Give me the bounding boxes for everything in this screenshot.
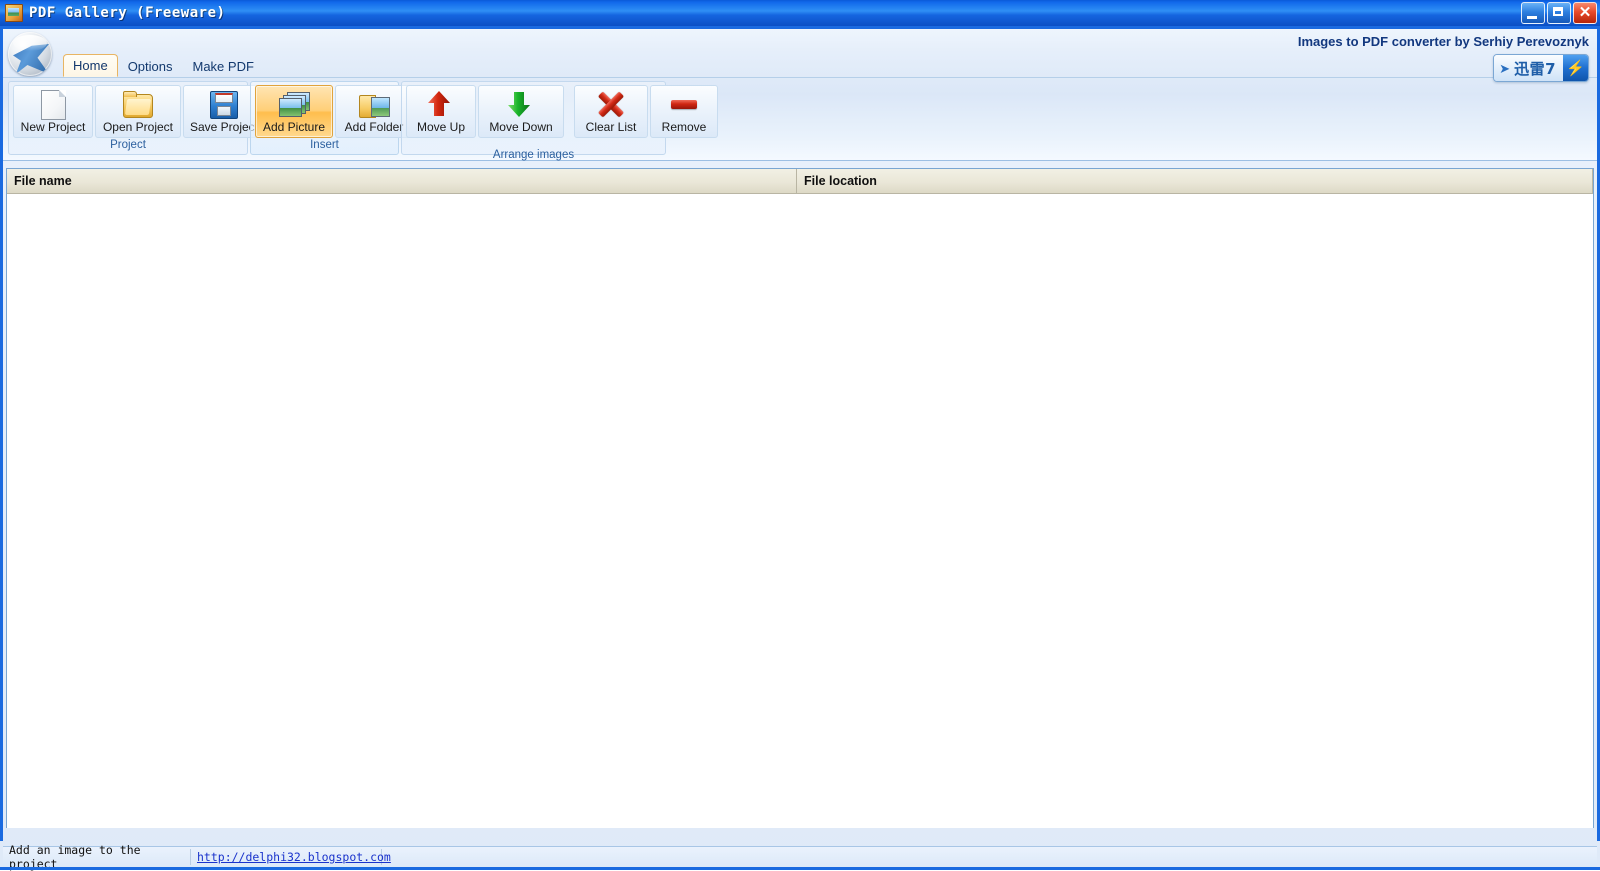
- folder-picture-icon: [359, 90, 390, 118]
- file-list[interactable]: File name File location: [6, 168, 1594, 828]
- open-project-label: Open Project: [102, 120, 174, 134]
- ribbon-group-arrange-images: Move Up Move Down Clear List Remove Arra…: [401, 81, 718, 161]
- move-up-label: Move Up: [416, 120, 466, 134]
- red-x-icon: [596, 90, 626, 118]
- app-orb-button[interactable]: [8, 32, 52, 76]
- delphi32-link[interactable]: http://delphi32.blogspot.com: [197, 850, 391, 864]
- open-folder-icon: [123, 90, 153, 118]
- column-header-file-name[interactable]: File name: [7, 169, 797, 193]
- status-hint: Add an image to the project: [3, 843, 191, 871]
- close-icon: ✕: [1578, 3, 1592, 21]
- new-project-label: New Project: [20, 120, 86, 134]
- status-bar: Add an image to the project http://delph…: [3, 843, 1597, 871]
- picture-stack-icon: [279, 90, 310, 118]
- title-bar: PDF Gallery (Freeware) ✕: [0, 0, 1600, 27]
- group-caption-arrange-images: Arrange images: [492, 149, 575, 161]
- xunlei-label: 迅雷7: [1514, 59, 1556, 78]
- save-project-label: Save Project: [189, 120, 259, 134]
- tab-home[interactable]: Home: [63, 54, 118, 77]
- ribbon-group-project: New Project Open Project Save Project Pr…: [8, 81, 265, 155]
- arrow-up-red-icon: [426, 90, 456, 118]
- arrow-down-green-icon: [506, 90, 536, 118]
- window-title: PDF Gallery (Freeware): [29, 5, 226, 21]
- status-link[interactable]: http://delphi32.blogspot.com: [191, 849, 391, 865]
- thunder-bird-icon: ➤: [1499, 60, 1511, 76]
- file-list-header: File name File location: [7, 169, 1593, 194]
- clear-list-button[interactable]: Clear List: [574, 85, 648, 138]
- clear-list-label: Clear List: [585, 120, 637, 134]
- open-project-button[interactable]: Open Project: [95, 85, 181, 138]
- xunlei-thunder-widget[interactable]: ➤ 迅雷7 ⚡: [1493, 54, 1589, 82]
- xunlei-label-part[interactable]: ➤ 迅雷7: [1494, 55, 1563, 81]
- tabstrip-divider: [3, 77, 1597, 78]
- add-picture-button[interactable]: Add Picture: [255, 85, 333, 138]
- ribbon: Images to PDF converter by Serhiy Perevo…: [3, 29, 1597, 161]
- add-picture-label: Add Picture: [262, 120, 326, 134]
- minimize-button[interactable]: [1521, 2, 1545, 24]
- app-image-icon: [5, 4, 23, 22]
- group-caption-insert: Insert: [310, 139, 339, 151]
- tab-options[interactable]: Options: [118, 55, 183, 77]
- application-window: PDF Gallery (Freeware) ✕ Images to PDF c…: [0, 0, 1600, 871]
- move-up-button[interactable]: Move Up: [406, 85, 476, 138]
- ribbon-groups: New Project Open Project Save Project Pr…: [8, 81, 718, 161]
- group-caption-project: Project: [110, 139, 146, 151]
- remove-button[interactable]: Remove: [650, 85, 718, 138]
- brand-text: Images to PDF converter by Serhiy Perevo…: [1297, 34, 1589, 49]
- group-buttons-row: New Project Open Project Save Project: [9, 82, 265, 138]
- red-minus-icon: [669, 90, 699, 118]
- gloss-highlight: [13, 35, 47, 51]
- close-button[interactable]: ✕: [1573, 2, 1597, 24]
- ribbon-tabs: Home Options Make PDF: [63, 54, 264, 77]
- new-page-icon: [38, 90, 68, 120]
- move-down-button[interactable]: Move Down: [478, 85, 564, 138]
- window-controls: ✕: [1521, 2, 1597, 24]
- new-project-button[interactable]: New Project: [13, 85, 93, 138]
- column-header-file-location[interactable]: File location: [797, 169, 1593, 193]
- floppy-disk-icon: [209, 90, 239, 119]
- tab-make-pdf[interactable]: Make PDF: [183, 55, 264, 77]
- group-buttons-row: Add Picture Add Folder: [251, 82, 413, 138]
- move-down-label: Move Down: [489, 120, 553, 134]
- remove-label: Remove: [661, 120, 707, 134]
- group-buttons-row: Move Up Move Down Clear List Remove: [402, 82, 718, 149]
- ribbon-group-insert: Add Picture Add Folder Insert: [250, 81, 413, 155]
- restore-button[interactable]: [1547, 2, 1571, 24]
- add-folder-label: Add Folder: [344, 120, 404, 134]
- lightning-bolt-icon[interactable]: ⚡: [1563, 55, 1588, 81]
- file-list-body[interactable]: [7, 194, 1593, 828]
